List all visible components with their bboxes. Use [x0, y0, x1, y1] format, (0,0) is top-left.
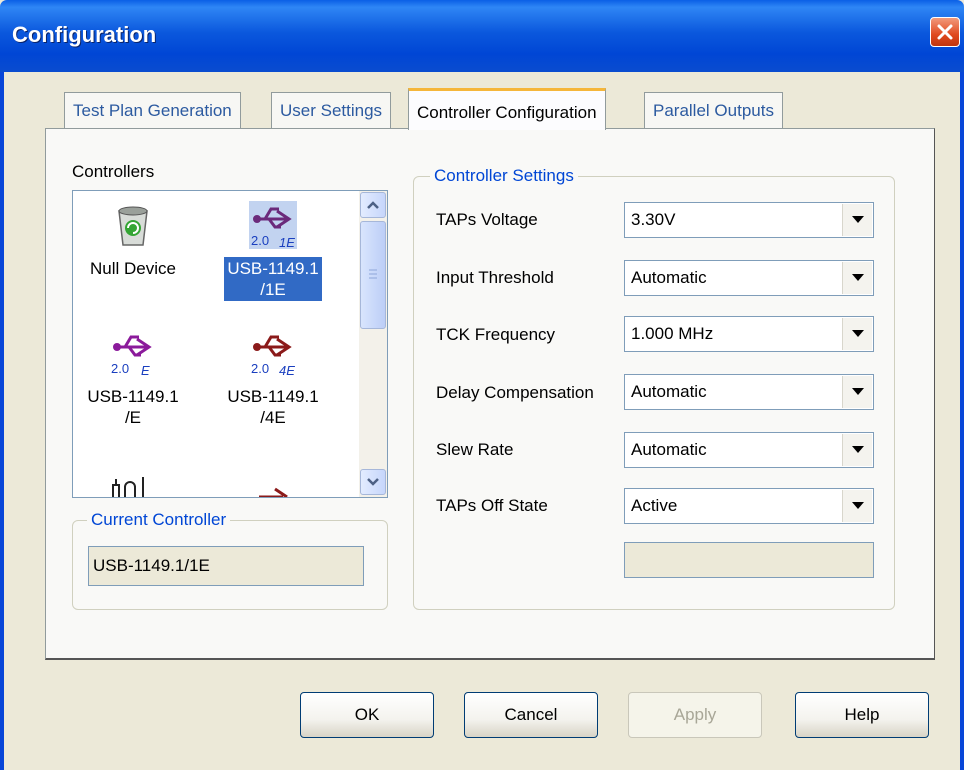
close-icon	[937, 24, 953, 40]
dropdown-button[interactable]	[842, 490, 872, 522]
controller-name: Null Device	[90, 259, 176, 278]
tab-controller-configuration[interactable]: Controller Configuration	[408, 88, 606, 130]
controller-item-usb-e[interactable]: 2.0 E USB-1149.1 /E	[73, 329, 193, 429]
chevron-down-icon	[852, 330, 864, 337]
usb-e-icon: 2.0 E	[109, 329, 157, 378]
chevron-up-icon	[367, 201, 379, 209]
title-bar: Configuration	[0, 0, 964, 72]
controller-item-null-device[interactable]: Null Device	[73, 201, 193, 280]
scroll-down-button[interactable]	[360, 469, 386, 495]
input-threshold-dropdown[interactable]: Automatic	[624, 260, 874, 296]
chevron-down-icon	[852, 274, 864, 281]
controllers-scrollbar[interactable]	[359, 191, 387, 497]
controller-settings-label: Controller Settings	[430, 166, 578, 186]
chevron-down-icon	[852, 388, 864, 395]
taps-voltage-label: TAPs Voltage	[436, 210, 538, 229]
svg-text:2.0: 2.0	[251, 233, 269, 248]
slew-rate-dropdown[interactable]: Automatic	[624, 432, 874, 468]
usb-icon	[253, 481, 301, 497]
settings-extra-field	[624, 542, 874, 578]
plug-icon	[109, 473, 157, 497]
input-threshold-label: Input Threshold	[436, 268, 554, 287]
dropdown-button[interactable]	[842, 434, 872, 466]
taps-off-state-dropdown[interactable]: Active	[624, 488, 874, 524]
tab-test-plan-generation[interactable]: Test Plan Generation	[64, 92, 241, 128]
chevron-down-icon	[367, 478, 379, 486]
svg-text:4E: 4E	[279, 363, 295, 377]
controllers-label: Controllers	[72, 162, 155, 181]
window-frame-right	[960, 72, 964, 770]
tck-frequency-label: TCK Frequency	[436, 325, 556, 344]
apply-button[interactable]: Apply	[628, 692, 762, 738]
controller-name: USB-1149.1 /4E	[227, 387, 319, 427]
taps-voltage-dropdown[interactable]: 3.30V	[624, 202, 874, 238]
cancel-button[interactable]: Cancel	[464, 692, 598, 738]
ok-button[interactable]: OK	[300, 692, 434, 738]
recycle-bin-icon	[109, 201, 157, 249]
usb-4e-icon: 2.0 4E	[249, 329, 297, 378]
help-button[interactable]: Help	[795, 692, 929, 738]
controller-item-usb-1e[interactable]: 2.0 1E USB-1149.1 /1E	[213, 201, 333, 302]
current-controller-field: USB-1149.1/1E	[88, 546, 364, 586]
svg-text:2.0: 2.0	[111, 361, 129, 376]
dropdown-button[interactable]	[842, 262, 872, 294]
svg-text:2.0: 2.0	[251, 361, 269, 376]
input-threshold-value: Automatic	[631, 268, 707, 287]
svg-text:E: E	[141, 363, 150, 377]
dropdown-button[interactable]	[842, 376, 872, 408]
controller-name: USB-1149.1 /1E	[223, 256, 323, 302]
close-button[interactable]	[930, 17, 960, 47]
window-frame-left	[0, 72, 4, 770]
controller-item-usb-4e[interactable]: 2.0 4E USB-1149.1 /4E	[213, 329, 333, 429]
slew-rate-value: Automatic	[631, 440, 707, 459]
svg-text:1E: 1E	[279, 235, 295, 249]
usb-1e-icon: 2.0 1E	[249, 201, 297, 250]
scrollbar-thumb[interactable]	[360, 221, 386, 329]
taps-voltage-value: 3.30V	[631, 210, 676, 229]
delay-compensation-value: Automatic	[631, 382, 707, 401]
tab-user-settings[interactable]: User Settings	[271, 92, 392, 128]
delay-compensation-label: Delay Compensation	[436, 383, 594, 402]
chevron-down-icon	[852, 446, 864, 453]
chevron-down-icon	[852, 502, 864, 509]
dropdown-button[interactable]	[842, 318, 872, 350]
window-title: Configuration	[12, 22, 157, 47]
slew-rate-label: Slew Rate	[436, 440, 514, 459]
scroll-up-button[interactable]	[360, 192, 386, 218]
controller-name: USB-1149.1 /E	[87, 387, 179, 427]
tck-frequency-value: 1.000 MHz	[631, 324, 714, 343]
delay-compensation-dropdown[interactable]: Automatic	[624, 374, 874, 410]
current-controller-label: Current Controller	[87, 510, 231, 530]
controllers-listbox[interactable]: Null Device 2.0 1E USB-1149.1 /1E 2.0 E …	[72, 190, 388, 498]
taps-off-state-value: Active	[631, 496, 678, 515]
chevron-down-icon	[852, 216, 864, 223]
tck-frequency-dropdown[interactable]: 1.000 MHz	[624, 316, 874, 352]
dropdown-button[interactable]	[842, 204, 872, 236]
grip-icon	[369, 269, 377, 279]
tab-parallel-outputs[interactable]: Parallel Outputs	[644, 92, 783, 128]
taps-off-state-label: TAPs Off State	[436, 496, 548, 515]
